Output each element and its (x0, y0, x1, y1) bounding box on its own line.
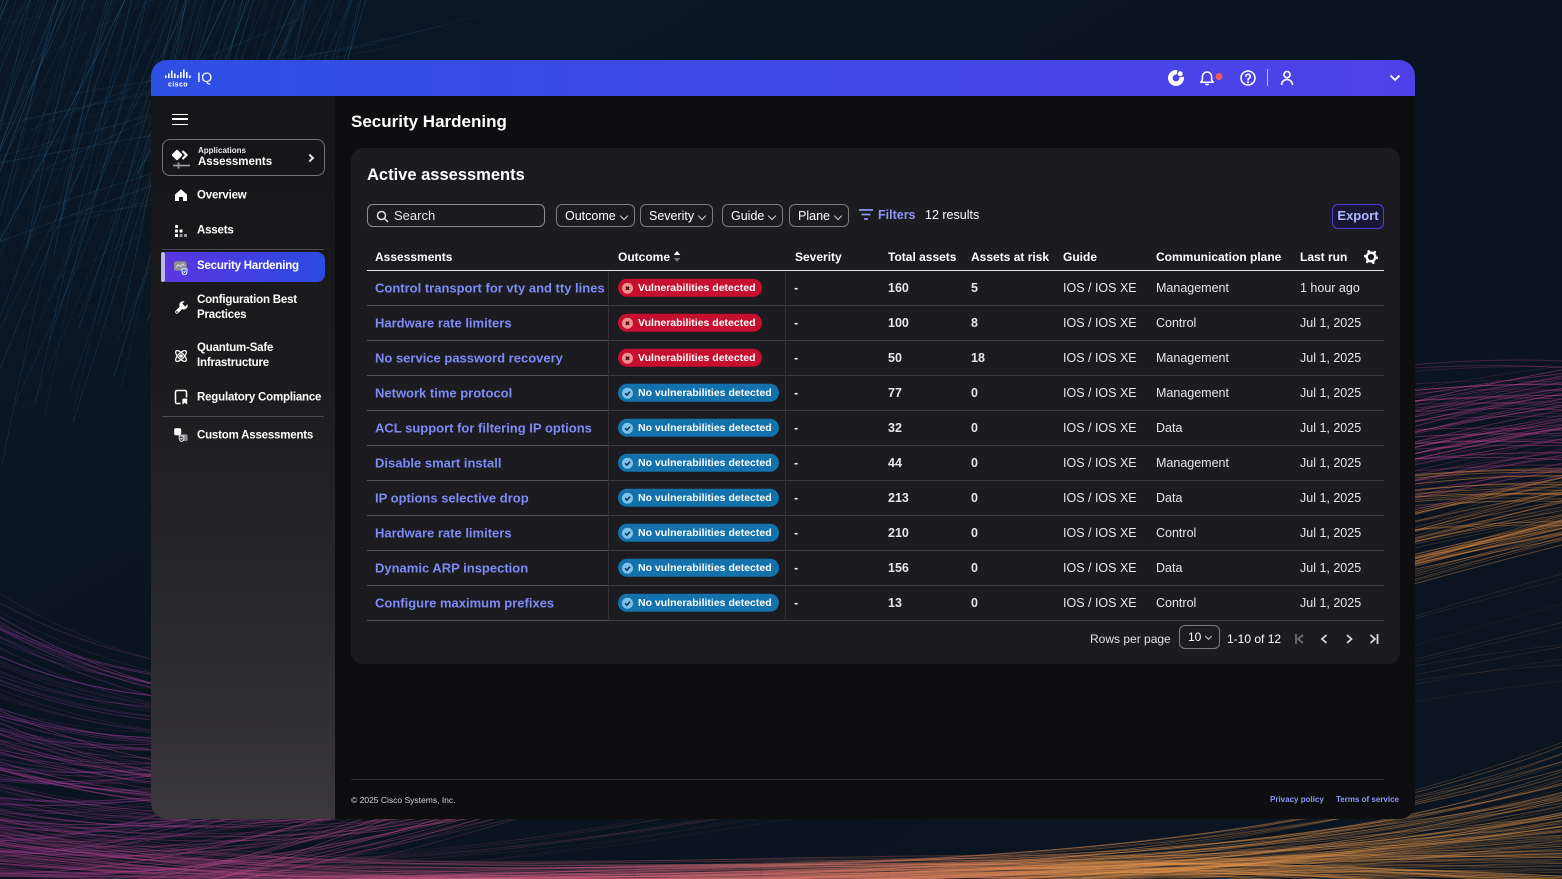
svg-text:cisco: cisco (168, 82, 188, 89)
